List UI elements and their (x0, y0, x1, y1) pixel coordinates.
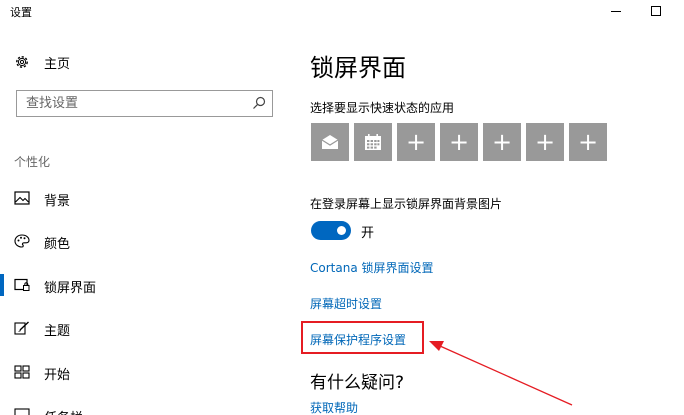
annotation-arrow (429, 341, 573, 406)
